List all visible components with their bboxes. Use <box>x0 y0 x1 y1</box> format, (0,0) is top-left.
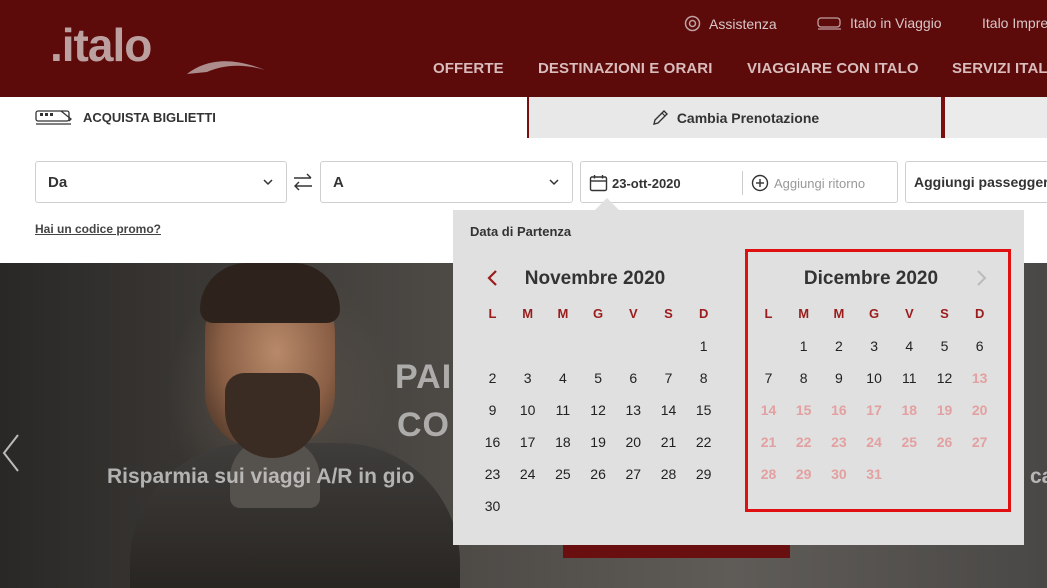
tab-acquista-label: ACQUISTA BIGLIETTI <box>83 109 216 125</box>
departure-date[interactable]: 23-ott-2020 <box>589 174 681 192</box>
calendar-day[interactable]: 11 <box>545 402 580 418</box>
weekday-header: M <box>557 306 569 321</box>
site-header: .italo Assistenza Italo in Viaggio Italo… <box>0 0 1047 97</box>
date-field[interactable]: 23-ott-2020 Aggiungi ritorno <box>580 161 898 203</box>
calendar-day[interactable]: 9 <box>475 402 510 418</box>
calendar-day[interactable]: 14 <box>651 402 686 418</box>
train-icon <box>817 16 841 30</box>
calendar-day[interactable]: 6 <box>616 370 651 386</box>
calendar-day[interactable]: 1 <box>686 338 721 354</box>
chevron-down-icon <box>263 179 273 186</box>
tab-third[interactable] <box>943 97 1047 138</box>
hero-subtitle: Risparmia sui viaggi A/R in gio <box>107 465 415 488</box>
weekday-header: V <box>628 306 638 321</box>
calendar-day[interactable]: 27 <box>616 466 651 482</box>
calendar-day[interactable]: 25 <box>545 466 580 482</box>
nav-offerte[interactable]: OFFERTE <box>433 60 504 77</box>
nav-destinazioni[interactable]: DESTINAZIONI E ORARI <box>538 60 713 77</box>
departure-date-value: 23-ott-2020 <box>612 175 681 191</box>
calendar-day[interactable]: 10 <box>510 402 545 418</box>
plus-circle-icon <box>751 174 769 192</box>
calendar-day[interactable]: 17 <box>510 434 545 450</box>
nav-servizi[interactable]: SERVIZI ITAL <box>952 60 1047 77</box>
month-title: Novembre 2020 <box>524 268 666 289</box>
calendar-day[interactable]: 23 <box>475 466 510 482</box>
pencil-icon <box>652 109 668 125</box>
logo-swoosh-icon <box>187 61 265 74</box>
add-return-button[interactable]: Aggiungi ritorno <box>751 174 865 192</box>
weekday-header: L <box>488 306 497 321</box>
december-highlight-box <box>745 249 1011 512</box>
to-station-value: A <box>333 173 344 191</box>
from-station-value: Da <box>48 173 68 191</box>
hero-person-hair <box>200 263 340 323</box>
calendar-label: Data di Partenza <box>470 224 572 239</box>
calendar-day[interactable]: 18 <box>545 434 580 450</box>
calendar-day[interactable]: 30 <box>475 498 510 514</box>
calendar-day[interactable]: 16 <box>475 434 510 450</box>
italo-impresa-label: Italo Impre <box>982 15 1047 31</box>
nav-viaggiare[interactable]: VIAGGIARE CON ITALO <box>747 60 919 77</box>
weekday-header: M <box>522 306 534 321</box>
italo-in-viaggio-label: Italo in Viaggio <box>850 15 942 31</box>
page: .italo Assistenza Italo in Viaggio Italo… <box>0 0 1047 588</box>
to-station-select[interactable]: A <box>320 161 573 203</box>
calendar-day[interactable]: 13 <box>616 402 651 418</box>
tab-cambia-label: Cambia Prenotazione <box>676 109 820 126</box>
from-station-select[interactable]: Da <box>35 161 287 203</box>
calendar-day[interactable]: 5 <box>581 370 616 386</box>
calendar-day[interactable]: 21 <box>651 434 686 450</box>
calendar-day[interactable]: 29 <box>686 466 721 482</box>
italo-in-viaggio-link[interactable]: Italo in Viaggio <box>817 15 942 31</box>
hero-subtitle-right: ca <box>1030 465 1047 488</box>
passengers-select[interactable]: Aggiungi passeggeri <box>905 161 1047 203</box>
italo-impresa-link[interactable]: Italo Impre <box>982 15 1047 31</box>
calendar-day[interactable]: 4 <box>545 370 580 386</box>
calendar-day[interactable]: 24 <box>510 466 545 482</box>
calendar-day[interactable]: 28 <box>651 466 686 482</box>
calendar-day[interactable]: 8 <box>686 370 721 386</box>
lifebuoy-icon <box>684 15 701 32</box>
hero-title-line1: PAI <box>395 358 453 396</box>
tab-acquista-biglietti[interactable]: ACQUISTA BIGLIETTI <box>35 108 216 126</box>
date-divider <box>742 171 743 195</box>
calendar-day[interactable]: 7 <box>651 370 686 386</box>
add-return-label: Aggiungi ritorno <box>774 175 866 191</box>
chevron-down-icon <box>549 179 559 186</box>
calendar-day[interactable]: 2 <box>475 370 510 386</box>
swap-arrows-icon[interactable] <box>292 173 314 191</box>
assistenza-link[interactable]: Assistenza <box>684 15 777 32</box>
calendar-day[interactable]: 15 <box>686 402 721 418</box>
calendar-day[interactable]: 3 <box>510 370 545 386</box>
promo-code-link[interactable]: Hai un codice promo? <box>35 222 161 236</box>
weekday-header: D <box>698 306 709 321</box>
calendar-day[interactable]: 20 <box>616 434 651 450</box>
carousel-prev-icon[interactable] <box>0 433 22 473</box>
calendar-icon <box>589 175 608 192</box>
calendar-day[interactable]: 19 <box>581 434 616 450</box>
assistenza-label: Assistenza <box>709 15 777 32</box>
weekday-header: G <box>593 306 604 321</box>
calendar-day[interactable]: 12 <box>581 402 616 418</box>
calendar-day[interactable]: 22 <box>686 434 721 450</box>
weekday-header: S <box>664 306 673 321</box>
ticket-train-icon <box>35 110 72 125</box>
tab-cambia-prenotazione[interactable]: Cambia Prenotazione <box>527 97 943 138</box>
italo-logo[interactable]: .italo <box>50 18 152 72</box>
calendar-day[interactable]: 26 <box>581 466 616 482</box>
hero-title-line2: CO <box>397 406 450 444</box>
